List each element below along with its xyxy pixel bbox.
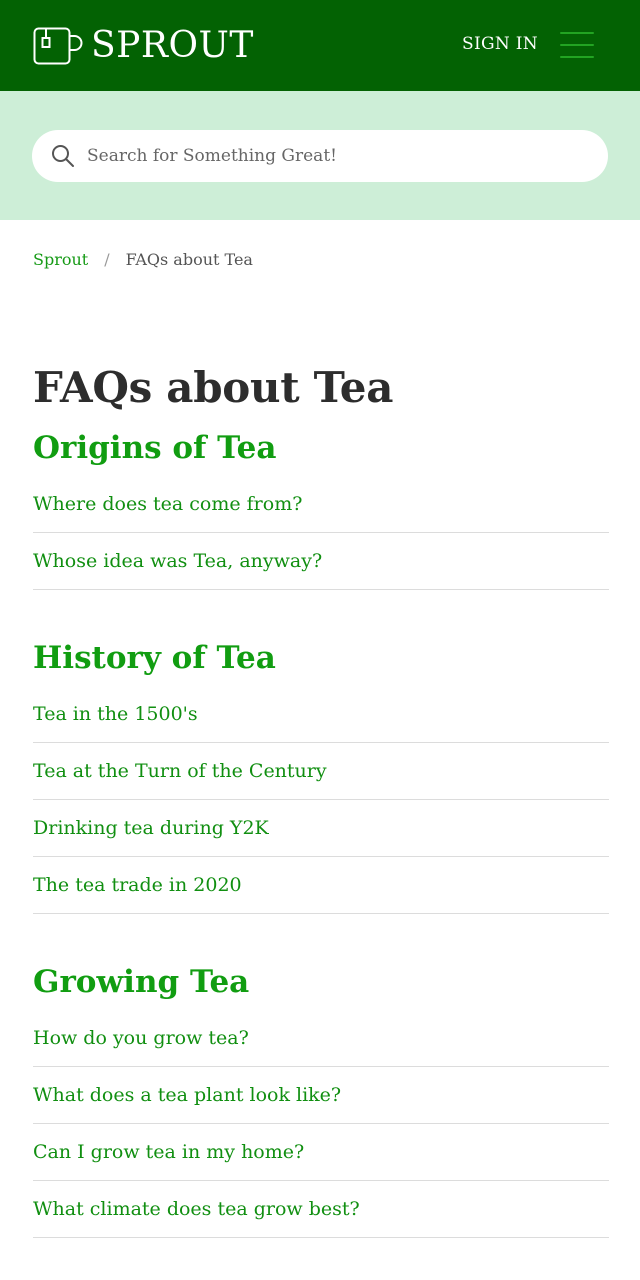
article-link[interactable]: Whose idea was Tea, anyway? (33, 550, 322, 572)
list-item: Tea in the 1500's (33, 686, 609, 743)
search-input[interactable] (85, 144, 569, 167)
article-link[interactable]: Drinking tea during Y2K (33, 817, 269, 839)
site-header: SPROUT SIGN IN (0, 0, 640, 91)
article-list: How do you grow tea? What does a tea pla… (33, 1010, 609, 1238)
list-item: Can I grow tea in my home? (33, 1124, 609, 1181)
section-heading[interactable]: History of Tea (33, 636, 609, 680)
article-link[interactable]: How do you grow tea? (33, 1027, 249, 1049)
breadcrumb: Sprout / FAQs about Tea (33, 250, 253, 269)
article-link[interactable]: Tea at the Turn of the Century (33, 760, 327, 782)
list-item: Drinking tea during Y2K (33, 800, 609, 857)
article-link[interactable]: Can I grow tea in my home? (33, 1141, 304, 1163)
search-band (0, 91, 640, 220)
breadcrumb-current: FAQs about Tea (125, 250, 253, 269)
article-link[interactable]: Tea in the 1500's (33, 703, 198, 725)
breadcrumb-home-link[interactable]: Sprout (33, 250, 88, 269)
section-heading[interactable]: Growing Tea (33, 960, 609, 1004)
list-item: The tea trade in 2020 (33, 857, 609, 914)
section-heading[interactable]: Origins of Tea (33, 426, 609, 470)
list-item: How do you grow tea? (33, 1010, 609, 1067)
menu-line (560, 56, 594, 58)
list-item: What does a tea plant look like? (33, 1067, 609, 1124)
article-link[interactable]: What does a tea plant look like? (33, 1084, 341, 1106)
teacup-icon (33, 27, 83, 65)
article-link[interactable]: The tea trade in 2020 (33, 874, 242, 896)
section-origins-of-tea: Origins of Tea Where does tea come from?… (33, 426, 609, 590)
brand-name: SPROUT (91, 24, 254, 66)
list-item: Where does tea come from? (33, 476, 609, 533)
search-icon (51, 144, 75, 168)
page-title: FAQs about Tea (33, 363, 394, 412)
section-history-of-tea: History of Tea Tea in the 1500's Tea at … (33, 636, 609, 914)
article-link[interactable]: What climate does tea grow best? (33, 1198, 360, 1220)
menu-line (560, 44, 594, 46)
main-content: FAQs about Tea Origins of Tea Where does… (33, 360, 609, 1238)
hamburger-menu-icon[interactable] (560, 32, 594, 58)
article-link[interactable]: Where does tea come from? (33, 493, 302, 515)
menu-line (560, 32, 594, 34)
list-item: What climate does tea grow best? (33, 1181, 609, 1238)
article-list: Where does tea come from? Whose idea was… (33, 476, 609, 590)
section-growing-tea: Growing Tea How do you grow tea? What do… (33, 960, 609, 1238)
article-list: Tea in the 1500's Tea at the Turn of the… (33, 686, 609, 914)
brand-logo-link[interactable]: SPROUT (33, 27, 254, 65)
breadcrumb-separator: / (104, 250, 110, 269)
list-item: Tea at the Turn of the Century (33, 743, 609, 800)
sign-in-link[interactable]: SIGN IN (462, 34, 538, 54)
search-box[interactable] (32, 129, 608, 182)
list-item: Whose idea was Tea, anyway? (33, 533, 609, 590)
